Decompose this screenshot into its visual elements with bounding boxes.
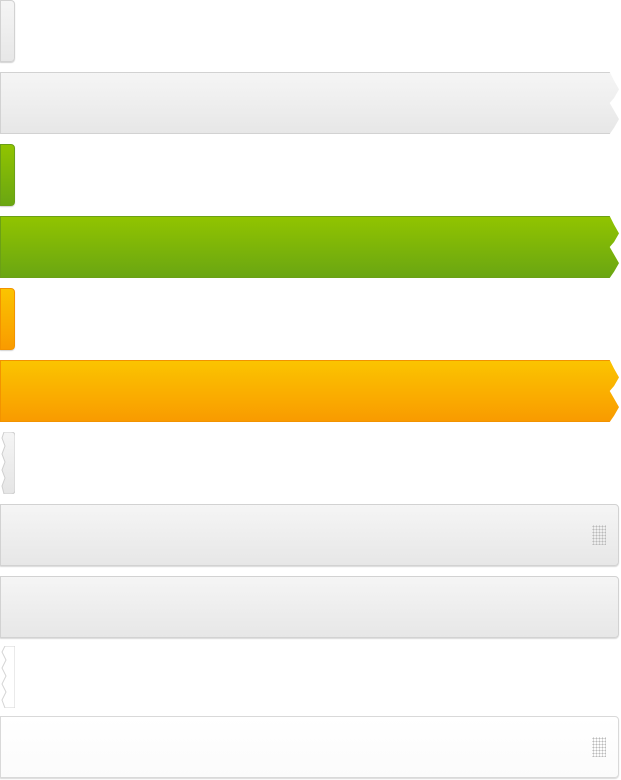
gray-grip-bar bbox=[0, 504, 619, 566]
gray-torn-cap-shape bbox=[1, 432, 15, 494]
ui-sprite-sheet bbox=[0, 0, 621, 780]
white-torn-cap-shape bbox=[1, 646, 15, 708]
grip-dots-icon bbox=[592, 737, 606, 757]
orange-end-cap bbox=[0, 288, 15, 350]
gray-plain-bar bbox=[0, 576, 619, 638]
gray-torn-cap bbox=[0, 432, 15, 494]
green-end-cap bbox=[0, 144, 15, 206]
grip-dots-icon bbox=[592, 525, 606, 545]
orange-ribbon-bar bbox=[0, 360, 619, 422]
gray-ribbon-bar bbox=[0, 72, 619, 134]
green-ribbon-bar bbox=[0, 216, 619, 278]
white-torn-cap bbox=[0, 646, 15, 708]
gray-end-cap bbox=[0, 0, 15, 62]
white-grip-bar bbox=[0, 716, 619, 778]
